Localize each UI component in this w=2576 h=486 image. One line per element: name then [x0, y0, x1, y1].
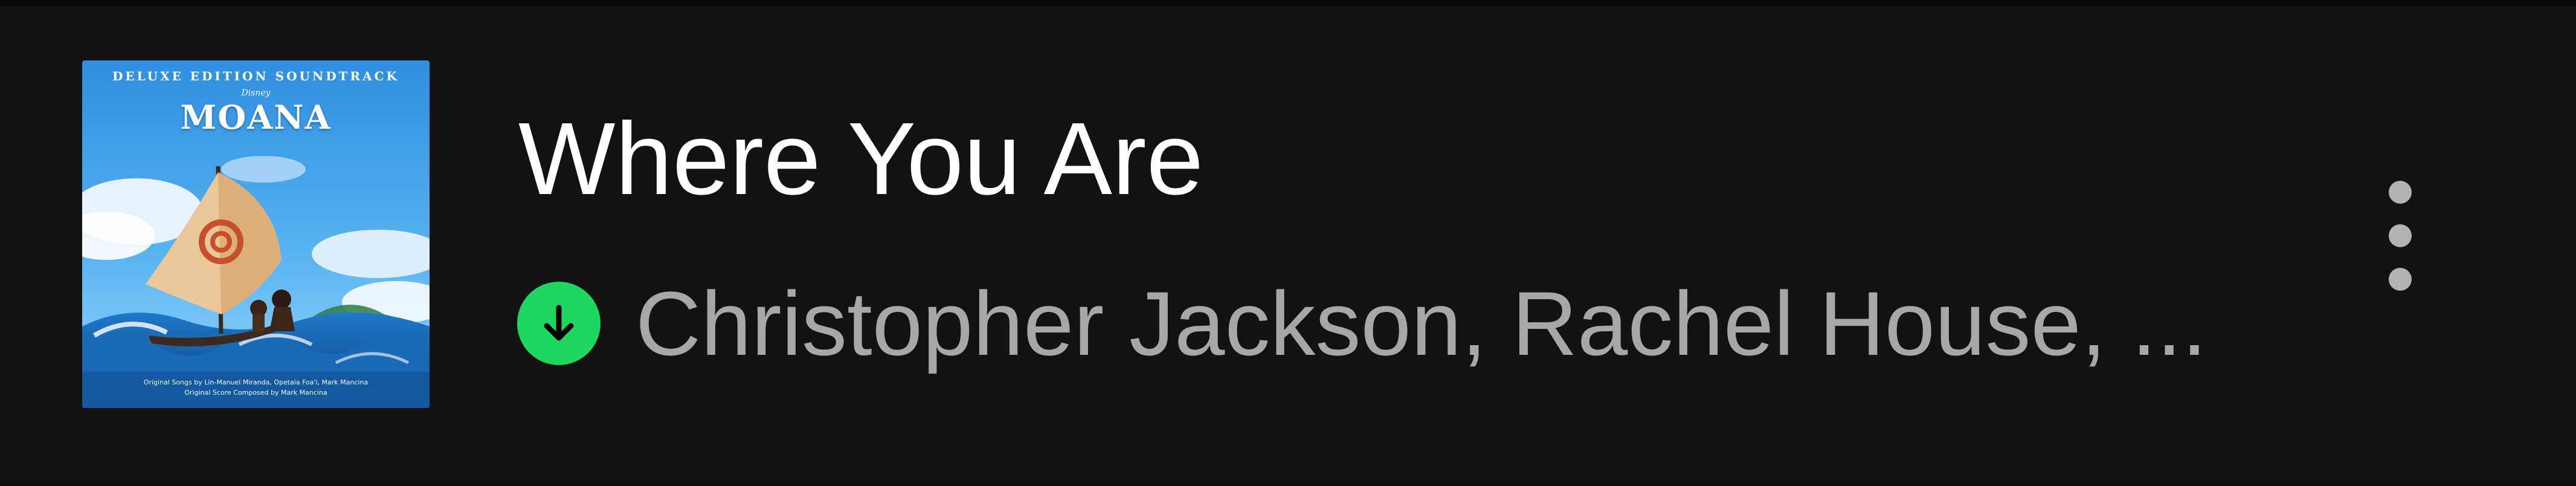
track-row[interactable]: DELUXE EDITION SOUNDTRACK Disney MOANA O… — [0, 0, 2576, 486]
track-artists[interactable]: Christopher Jackson, Rachel House, ... — [636, 272, 2207, 375]
track-subtitle: Christopher Jackson, Rachel House, ... — [517, 273, 2207, 374]
track-title: Where You Are — [518, 102, 1204, 216]
album-credits-line: Original Score Composed by Mark Mancina — [184, 389, 327, 397]
album-brand-text: Disney — [241, 88, 271, 98]
more-vertical-icon — [2389, 268, 2412, 291]
more-vertical-icon — [2389, 224, 2412, 247]
album-title-text: MOANA — [180, 98, 332, 137]
album-cover: DELUXE EDITION SOUNDTRACK Disney MOANA O… — [82, 60, 430, 408]
more-options-button[interactable] — [2361, 163, 2439, 308]
more-vertical-icon — [2389, 181, 2412, 204]
album-credits: Original Songs by Lin-Manuel Miranda, Op… — [82, 377, 430, 398]
downloaded-badge — [517, 282, 601, 365]
bottom-divider — [0, 481, 2576, 486]
top-divider — [0, 0, 2576, 6]
album-credits-line: Original Songs by Lin-Manuel Miranda, Op… — [143, 378, 369, 386]
album-edition-text: DELUXE EDITION SOUNDTRACK — [112, 69, 399, 83]
download-arrow-icon — [544, 305, 574, 341]
